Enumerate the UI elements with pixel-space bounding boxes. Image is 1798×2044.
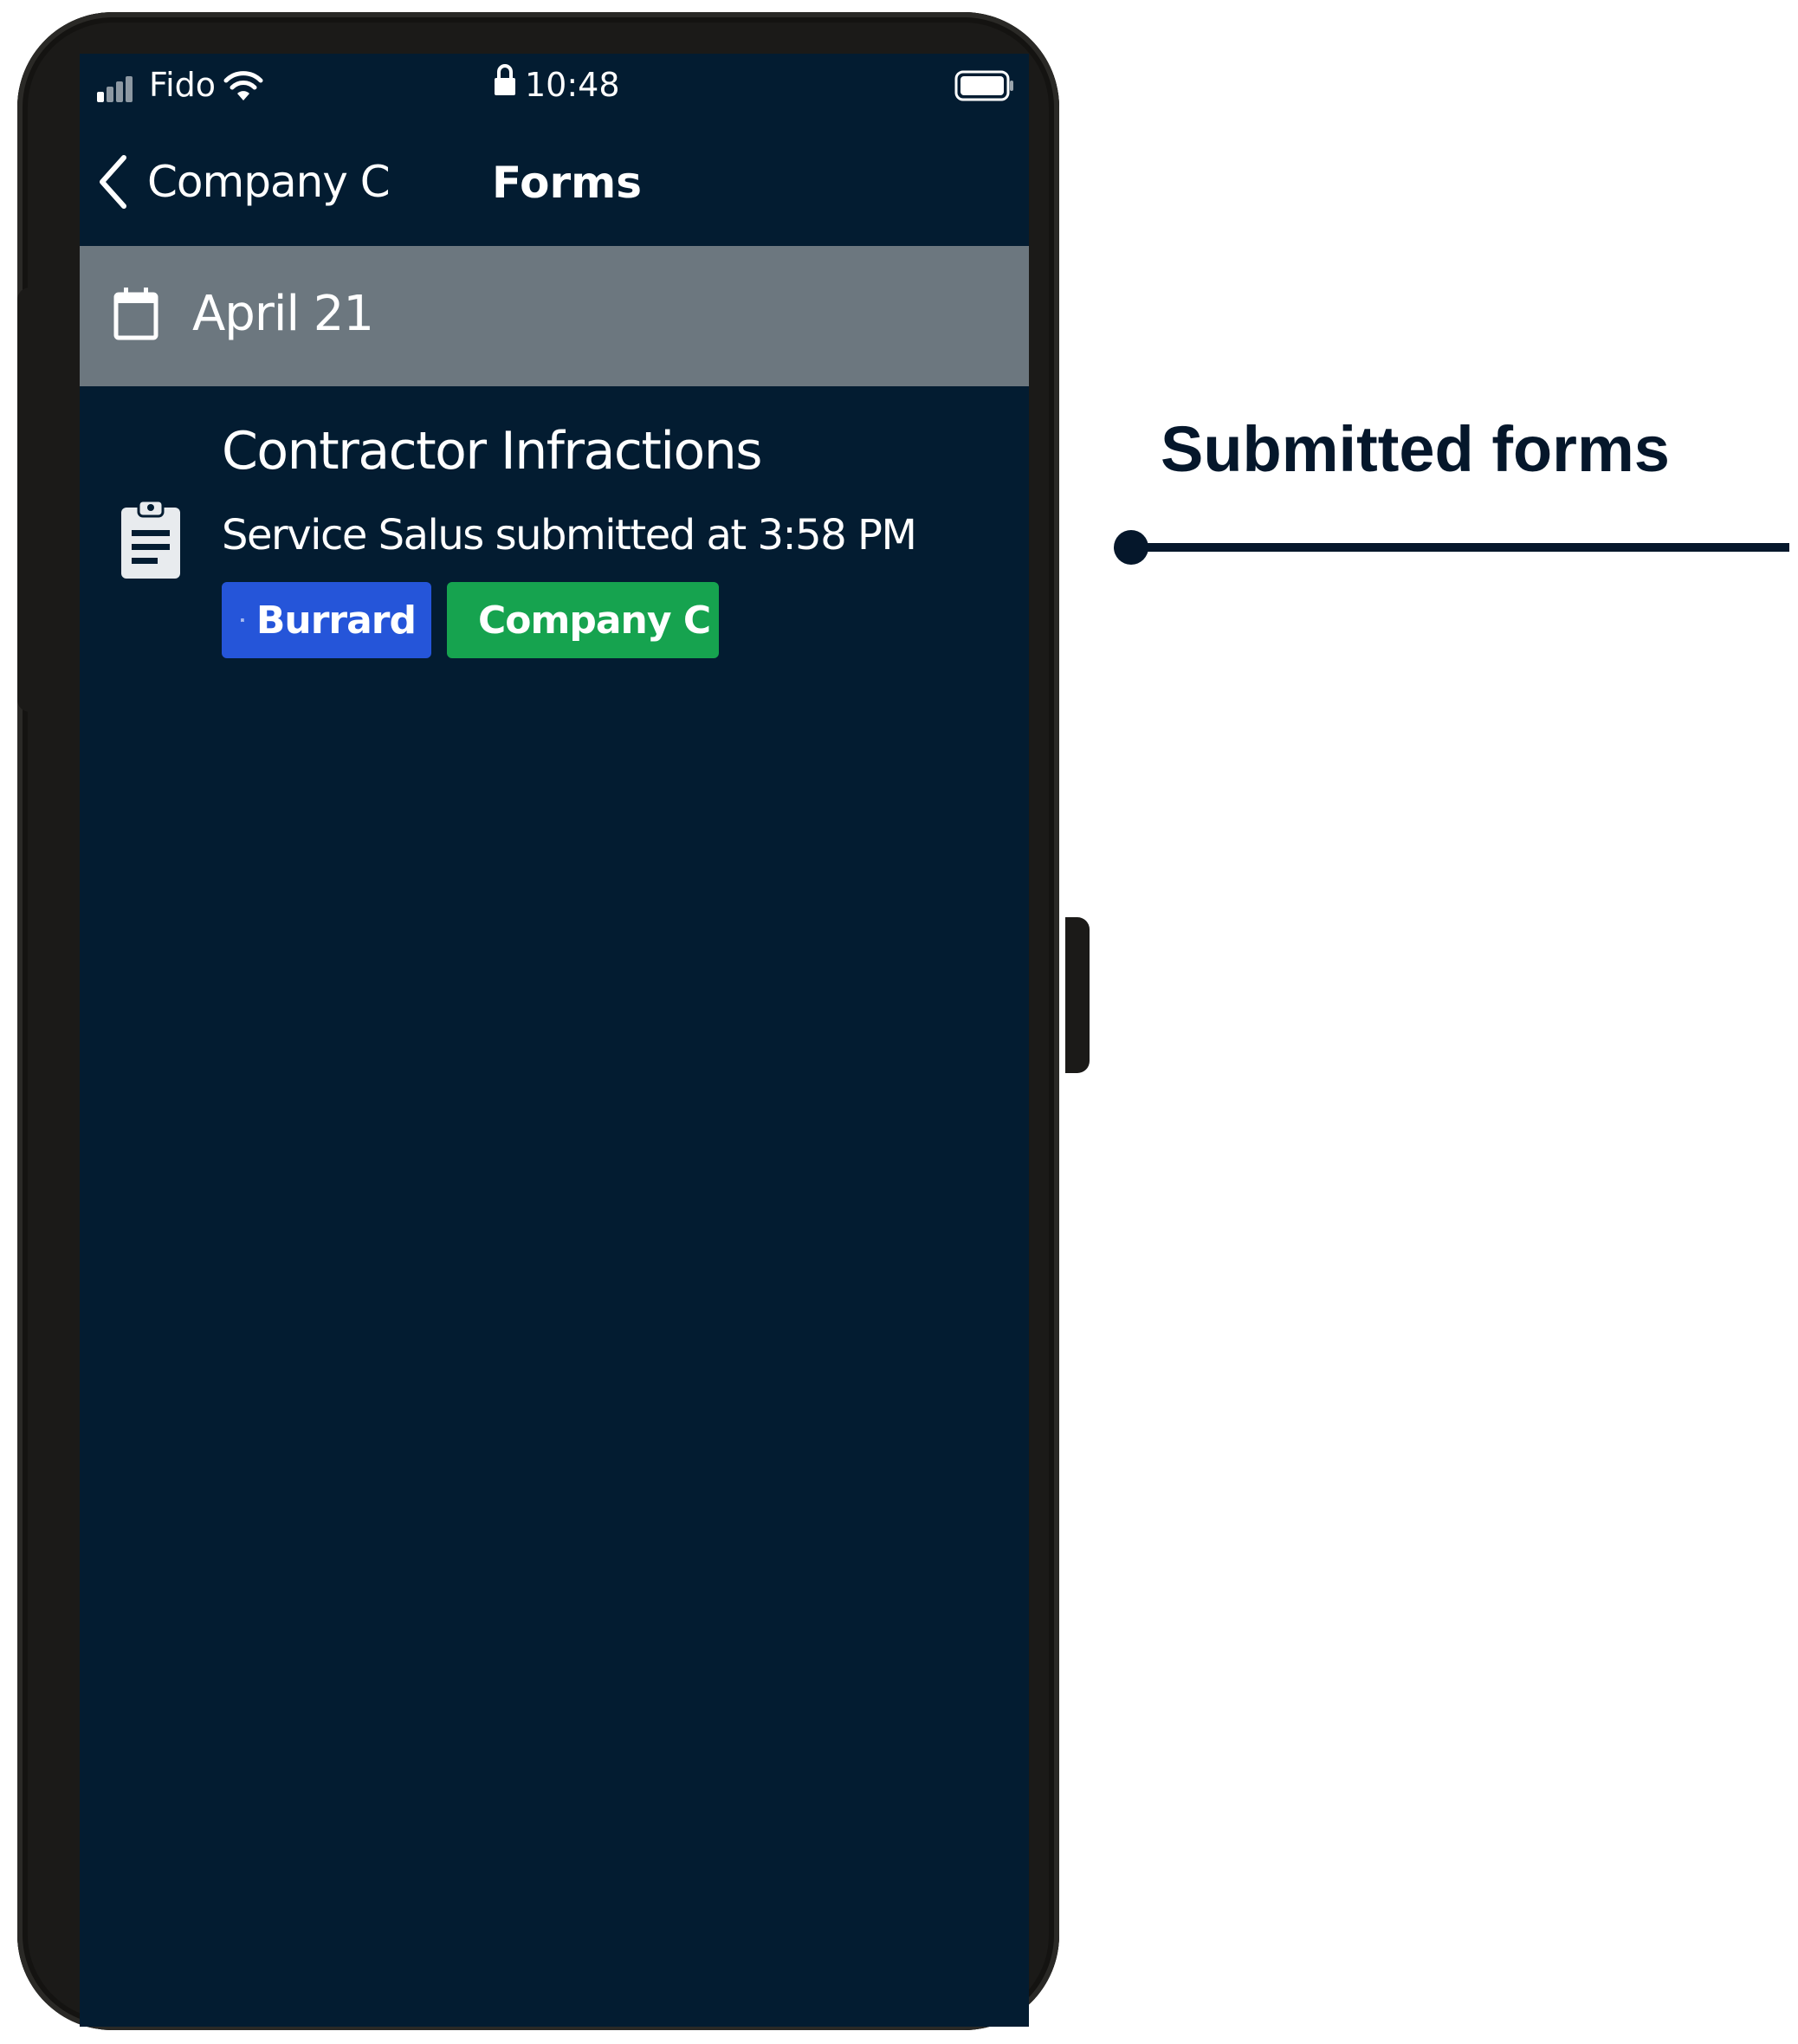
calendar-icon [113, 288, 158, 340]
carrier-name: Fido [149, 66, 217, 104]
date-section-header: April 21 [80, 246, 1029, 386]
phone-side-button-left [17, 288, 42, 712]
form-list-item[interactable]: Contractor Infractions Service Salus sub… [80, 386, 1029, 681]
phone-frame: Fido 10:48 Company C Forms April 21 Cont… [17, 12, 1090, 2030]
clipboard-icon [121, 499, 180, 579]
status-bar: Fido 10:48 [80, 54, 1029, 116]
location-tag[interactable]: Burrard [222, 582, 431, 658]
back-button-label: Company C [147, 157, 391, 207]
building-icon [241, 618, 244, 623]
wifi-icon [223, 71, 263, 100]
phone-screen: Fido 10:48 Company C Forms April 21 Cont… [80, 54, 1029, 2027]
annotation-label: Submitted forms [1161, 413, 1670, 485]
battery-icon [954, 70, 1013, 101]
annotation-pointer-line [1114, 530, 1789, 565]
lock-icon [495, 64, 515, 95]
form-title: Contractor Infractions [222, 421, 763, 482]
page-title: Forms [492, 158, 642, 208]
company-tag[interactable]: Company C [447, 582, 719, 658]
chevron-left-icon [100, 155, 126, 209]
signal-icon [97, 73, 144, 102]
phone-side-button-right [1065, 917, 1090, 1073]
company-tag-label: Company C [478, 598, 711, 643]
form-submission-info: Service Salus submitted at 3:58 PM [222, 511, 917, 560]
date-label: April 21 [192, 286, 374, 342]
status-time: 10:48 [525, 66, 620, 104]
navigation-bar: Company C Forms [80, 116, 1029, 246]
location-tag-label: Burrard [255, 598, 417, 643]
back-button[interactable]: Company C [97, 147, 391, 217]
